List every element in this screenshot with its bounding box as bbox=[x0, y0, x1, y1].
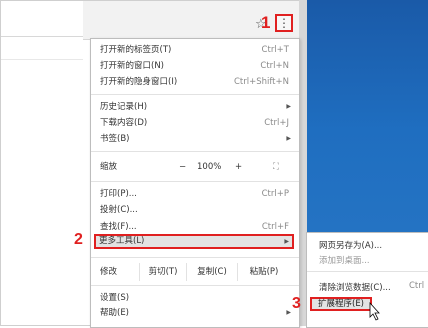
menu-item-edit: 修改 剪切(T) 复制(C) 粘贴(P) bbox=[91, 263, 299, 281]
print-label: 打印(P)... bbox=[100, 189, 137, 199]
add-to-desktop-item: 添加到桌面... bbox=[319, 256, 370, 266]
find-label: 查找(F)... bbox=[100, 222, 137, 232]
menu-separator bbox=[91, 257, 299, 258]
edit-label: 修改 bbox=[100, 267, 118, 277]
incognito-shortcut: Ctrl+Shift+N bbox=[233, 77, 289, 87]
step-number-1: 1 bbox=[261, 13, 271, 32]
zoom-value: 100% bbox=[197, 162, 222, 172]
new-window-shortcut: Ctrl+N bbox=[260, 61, 289, 71]
menu-item-new-tab[interactable]: 打开新的标签页(T) Ctrl+T bbox=[91, 43, 299, 57]
incognito-label: 打开新的隐身窗口(I) bbox=[100, 77, 178, 87]
menu-item-bookmarks[interactable]: 书签(B) ▶ bbox=[91, 132, 299, 146]
submenu-arrow-icon: ▶ bbox=[286, 135, 291, 142]
mouse-cursor-icon bbox=[369, 301, 380, 321]
more-tools-submenu: 网页另存为(A)... 添加到桌面... 清除浏览数据(C)... Ctrl bbox=[306, 232, 428, 328]
menu-item-new-window[interactable]: 打开新的窗口(N) Ctrl+N bbox=[91, 59, 299, 73]
kebab-menu-icon[interactable]: ⋮ bbox=[275, 14, 293, 32]
submenu-arrow-icon: ▶ bbox=[286, 103, 291, 110]
menu-item-more-tools[interactable]: 更多工具(L) ▶ bbox=[94, 234, 294, 249]
find-shortcut: Ctrl+F bbox=[261, 222, 289, 232]
menu-item-history[interactable]: 历史记录(H) ▶ bbox=[91, 100, 299, 114]
content-divider bbox=[1, 59, 83, 60]
step-number-2: 2 bbox=[74, 231, 83, 248]
bookmarks-label: 书签(B) bbox=[100, 134, 130, 144]
menu-item-zoom: 缩放 − 100% + ⛶ bbox=[91, 157, 299, 177]
menu-item-cast[interactable]: 投射(C)... bbox=[91, 203, 299, 217]
history-label: 历史记录(H) bbox=[100, 102, 148, 112]
submenu-arrow-icon: ▶ bbox=[284, 238, 289, 245]
menu-item-help[interactable]: 帮助(E) ▶ bbox=[91, 306, 299, 320]
step-number-3: 3 bbox=[292, 295, 301, 312]
menu-item-find[interactable]: 查找(F)... Ctrl+F bbox=[91, 220, 299, 234]
submenu-arrow-icon: ▶ bbox=[286, 309, 291, 316]
clear-browsing-data-item[interactable]: 清除浏览数据(C)... bbox=[319, 281, 391, 293]
menu-separator bbox=[91, 181, 299, 182]
chrome-main-menu: 打开新的标签页(T) Ctrl+T 打开新的窗口(N) Ctrl+N 打开新的隐… bbox=[90, 38, 300, 328]
fullscreen-icon[interactable]: ⛶ bbox=[273, 157, 279, 177]
new-tab-label: 打开新的标签页(T) bbox=[100, 45, 172, 55]
menu-separator bbox=[91, 94, 299, 95]
menu-separator bbox=[91, 151, 299, 152]
menu-separator bbox=[91, 285, 299, 286]
clear-data-shortcut: Ctrl bbox=[409, 281, 425, 291]
extensions-item[interactable]: 扩展程序(E) bbox=[310, 297, 372, 311]
new-window-label: 打开新的窗口(N) bbox=[100, 61, 164, 71]
more-tools-label: 更多工具(L) bbox=[99, 236, 145, 246]
menu-item-print[interactable]: 打印(P)... Ctrl+P bbox=[91, 187, 299, 201]
print-shortcut: Ctrl+P bbox=[261, 189, 289, 199]
settings-label: 设置(S) bbox=[100, 293, 130, 303]
submenu-separator bbox=[307, 271, 428, 272]
downloads-label: 下载内容(D) bbox=[100, 118, 148, 128]
menu-item-downloads[interactable]: 下载内容(D) Ctrl+J bbox=[91, 116, 299, 130]
zoom-label: 缩放 bbox=[100, 162, 118, 172]
address-bar-area[interactable] bbox=[1, 14, 83, 37]
extensions-label: 扩展程序(E) bbox=[318, 299, 365, 309]
new-tab-shortcut: Ctrl+T bbox=[261, 45, 289, 55]
zoom-in-button[interactable]: + bbox=[235, 157, 242, 177]
downloads-shortcut: Ctrl+J bbox=[264, 118, 289, 128]
menu-item-incognito[interactable]: 打开新的隐身窗口(I) Ctrl+Shift+N bbox=[91, 75, 299, 89]
save-page-as-item[interactable]: 网页另存为(A)... bbox=[319, 239, 382, 251]
copy-button[interactable]: 复制(C) bbox=[186, 263, 237, 281]
paste-button[interactable]: 粘贴(P) bbox=[237, 263, 290, 281]
menu-item-settings[interactable]: 设置(S) bbox=[91, 291, 299, 305]
zoom-out-button[interactable]: − bbox=[179, 157, 186, 177]
cut-button[interactable]: 剪切(T) bbox=[139, 263, 186, 281]
help-label: 帮助(E) bbox=[100, 308, 130, 318]
cast-label: 投射(C)... bbox=[100, 205, 138, 215]
page-content bbox=[1, 1, 83, 323]
